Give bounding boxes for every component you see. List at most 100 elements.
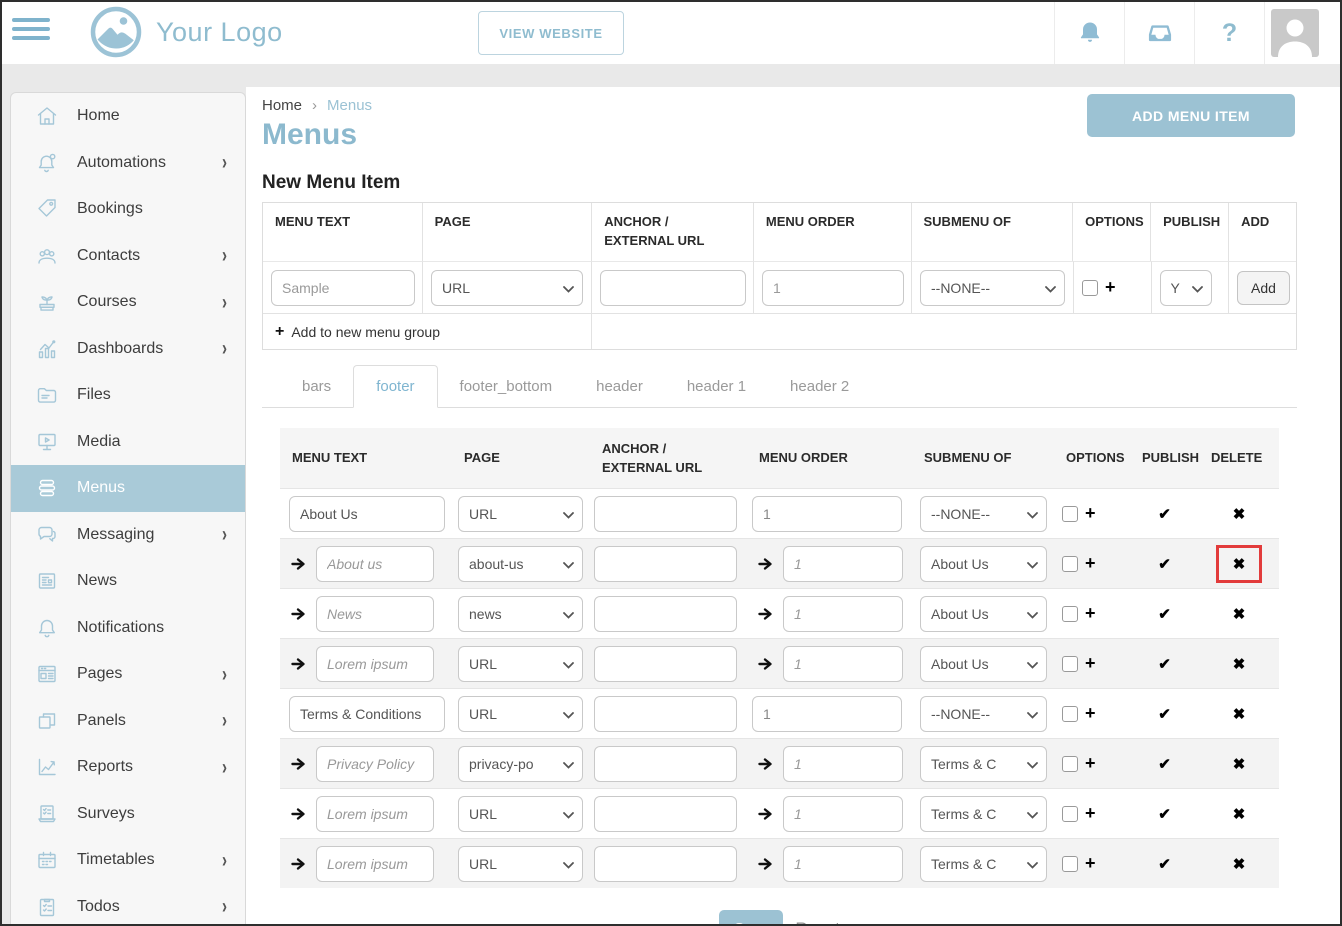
page-select[interactable]: URL	[458, 646, 583, 682]
page-select[interactable]: about-us	[458, 546, 583, 582]
options-checkbox[interactable]	[1062, 706, 1078, 722]
published-check-icon[interactable]: ✔	[1158, 805, 1171, 823]
delete-x-icon[interactable]: ✖	[1233, 705, 1246, 723]
sidebar-item-automations[interactable]: Automations›	[11, 140, 245, 187]
options-checkbox[interactable]	[1062, 506, 1078, 522]
help-icon[interactable]: ?	[1194, 2, 1264, 64]
options-checkbox[interactable]	[1062, 756, 1078, 772]
menu-text-input[interactable]	[316, 646, 434, 682]
published-check-icon[interactable]: ✔	[1158, 705, 1171, 723]
options-checkbox[interactable]	[1062, 556, 1078, 572]
sidebar-item-timetables[interactable]: Timetables›	[11, 837, 245, 884]
add-row-button[interactable]: Add	[1237, 271, 1290, 305]
sidebar-item-todos[interactable]: Todos›	[11, 884, 245, 926]
sidebar-item-reports[interactable]: Reports›	[11, 744, 245, 791]
hamburger-menu-icon[interactable]	[12, 18, 50, 45]
save-button[interactable]: Save	[719, 910, 783, 924]
anchor-url-input[interactable]	[594, 546, 737, 582]
add-menu-item-button[interactable]: ADD MENU ITEM	[1087, 94, 1295, 137]
add-option-plus-icon[interactable]: +	[1085, 803, 1096, 824]
delete-x-icon[interactable]: ✖	[1233, 505, 1246, 523]
sidebar-item-contacts[interactable]: Contacts›	[11, 233, 245, 280]
published-check-icon[interactable]: ✔	[1158, 605, 1171, 623]
submenu-of-select[interactable]: About Us	[920, 646, 1047, 682]
page-select[interactable]: privacy-po	[458, 746, 583, 782]
menu-text-input[interactable]	[316, 796, 434, 832]
delete-x-icon[interactable]: ✖	[1233, 655, 1246, 673]
published-check-icon[interactable]: ✔	[1158, 555, 1171, 573]
add-option-plus-icon[interactable]: +	[1085, 703, 1096, 724]
submenu-of-select[interactable]: --NONE--	[920, 696, 1047, 732]
new-menu-order-input[interactable]	[762, 270, 904, 306]
add-option-plus-icon[interactable]: +	[1085, 653, 1096, 674]
breadcrumb-home[interactable]: Home	[262, 97, 302, 114]
published-check-icon[interactable]: ✔	[1158, 505, 1171, 523]
menu-order-input[interactable]	[783, 796, 903, 832]
sidebar-item-bookings[interactable]: Bookings	[11, 186, 245, 233]
options-checkbox[interactable]	[1062, 806, 1078, 822]
sidebar-item-menus[interactable]: Menus	[11, 465, 245, 512]
add-option-plus-icon[interactable]: +	[1085, 753, 1096, 774]
menu-order-input[interactable]	[783, 546, 903, 582]
submenu-of-select[interactable]: About Us	[920, 546, 1047, 582]
new-page-select[interactable]: URL	[431, 270, 583, 306]
menu-order-input[interactable]	[783, 646, 903, 682]
new-options-checkbox[interactable]	[1082, 280, 1098, 296]
submenu-of-select[interactable]: Terms & C	[920, 796, 1047, 832]
sidebar-item-surveys[interactable]: Surveys	[11, 791, 245, 838]
reset-button[interactable]: Reset	[795, 919, 839, 925]
delete-x-icon[interactable]: ✖	[1233, 555, 1246, 573]
add-to-new-menu-group-link[interactable]: +Add to new menu group	[263, 313, 592, 349]
add-option-plus-icon[interactable]: +	[1085, 853, 1096, 874]
new-submenu-of-select[interactable]: --NONE--	[920, 270, 1065, 306]
page-select[interactable]: URL	[458, 696, 583, 732]
page-select[interactable]: URL	[458, 496, 583, 532]
anchor-url-input[interactable]	[594, 796, 737, 832]
inbox-icon[interactable]	[1124, 2, 1194, 64]
tab-header-1[interactable]: header 1	[665, 366, 768, 407]
page-select[interactable]: news	[458, 596, 583, 632]
menu-order-input[interactable]	[783, 846, 903, 882]
menu-text-input[interactable]	[316, 746, 434, 782]
options-checkbox[interactable]	[1062, 656, 1078, 672]
submenu-of-select[interactable]: --NONE--	[920, 496, 1047, 532]
menu-text-input[interactable]	[316, 596, 434, 632]
delete-x-icon[interactable]: ✖	[1233, 605, 1246, 623]
options-checkbox[interactable]	[1062, 606, 1078, 622]
menu-order-input[interactable]	[783, 596, 903, 632]
menu-order-input[interactable]	[783, 746, 903, 782]
add-option-plus-icon[interactable]: +	[1105, 277, 1116, 298]
sidebar-item-courses[interactable]: Courses›	[11, 279, 245, 326]
sidebar-item-dashboards[interactable]: Dashboards›	[11, 326, 245, 373]
sidebar-item-notifications[interactable]: Notifications	[11, 605, 245, 652]
notifications-bell-icon[interactable]	[1054, 2, 1124, 64]
tab-footer[interactable]: footer	[353, 365, 437, 408]
delete-x-icon[interactable]: ✖	[1233, 805, 1246, 823]
anchor-url-input[interactable]	[594, 646, 737, 682]
add-option-plus-icon[interactable]: +	[1085, 553, 1096, 574]
submenu-of-select[interactable]: About Us	[920, 596, 1047, 632]
menu-text-input[interactable]	[316, 846, 434, 882]
sidebar-item-home[interactable]: Home	[11, 93, 245, 140]
menu-text-input[interactable]	[289, 696, 445, 732]
sidebar-item-messaging[interactable]: Messaging›	[11, 512, 245, 559]
tab-bars[interactable]: bars	[280, 366, 353, 407]
options-checkbox[interactable]	[1062, 856, 1078, 872]
sidebar-item-media[interactable]: Media	[11, 419, 245, 466]
new-publish-select[interactable]: Y	[1160, 270, 1212, 306]
sidebar-item-pages[interactable]: Pages›	[11, 651, 245, 698]
sidebar-item-files[interactable]: Files	[11, 372, 245, 419]
published-check-icon[interactable]: ✔	[1158, 755, 1171, 773]
new-menu-text-input[interactable]	[271, 270, 415, 306]
sidebar-item-news[interactable]: News	[11, 558, 245, 605]
add-option-plus-icon[interactable]: +	[1085, 503, 1096, 524]
sidebar-item-panels[interactable]: Panels›	[11, 698, 245, 745]
view-website-button[interactable]: VIEW WEBSITE	[478, 11, 624, 55]
submenu-of-select[interactable]: Terms & C	[920, 846, 1047, 882]
new-anchor-url-input[interactable]	[600, 270, 746, 306]
anchor-url-input[interactable]	[594, 596, 737, 632]
tab-footer_bottom[interactable]: footer_bottom	[438, 366, 575, 407]
anchor-url-input[interactable]	[594, 846, 737, 882]
logo[interactable]: Your Logo	[90, 6, 283, 58]
anchor-url-input[interactable]	[594, 496, 737, 532]
